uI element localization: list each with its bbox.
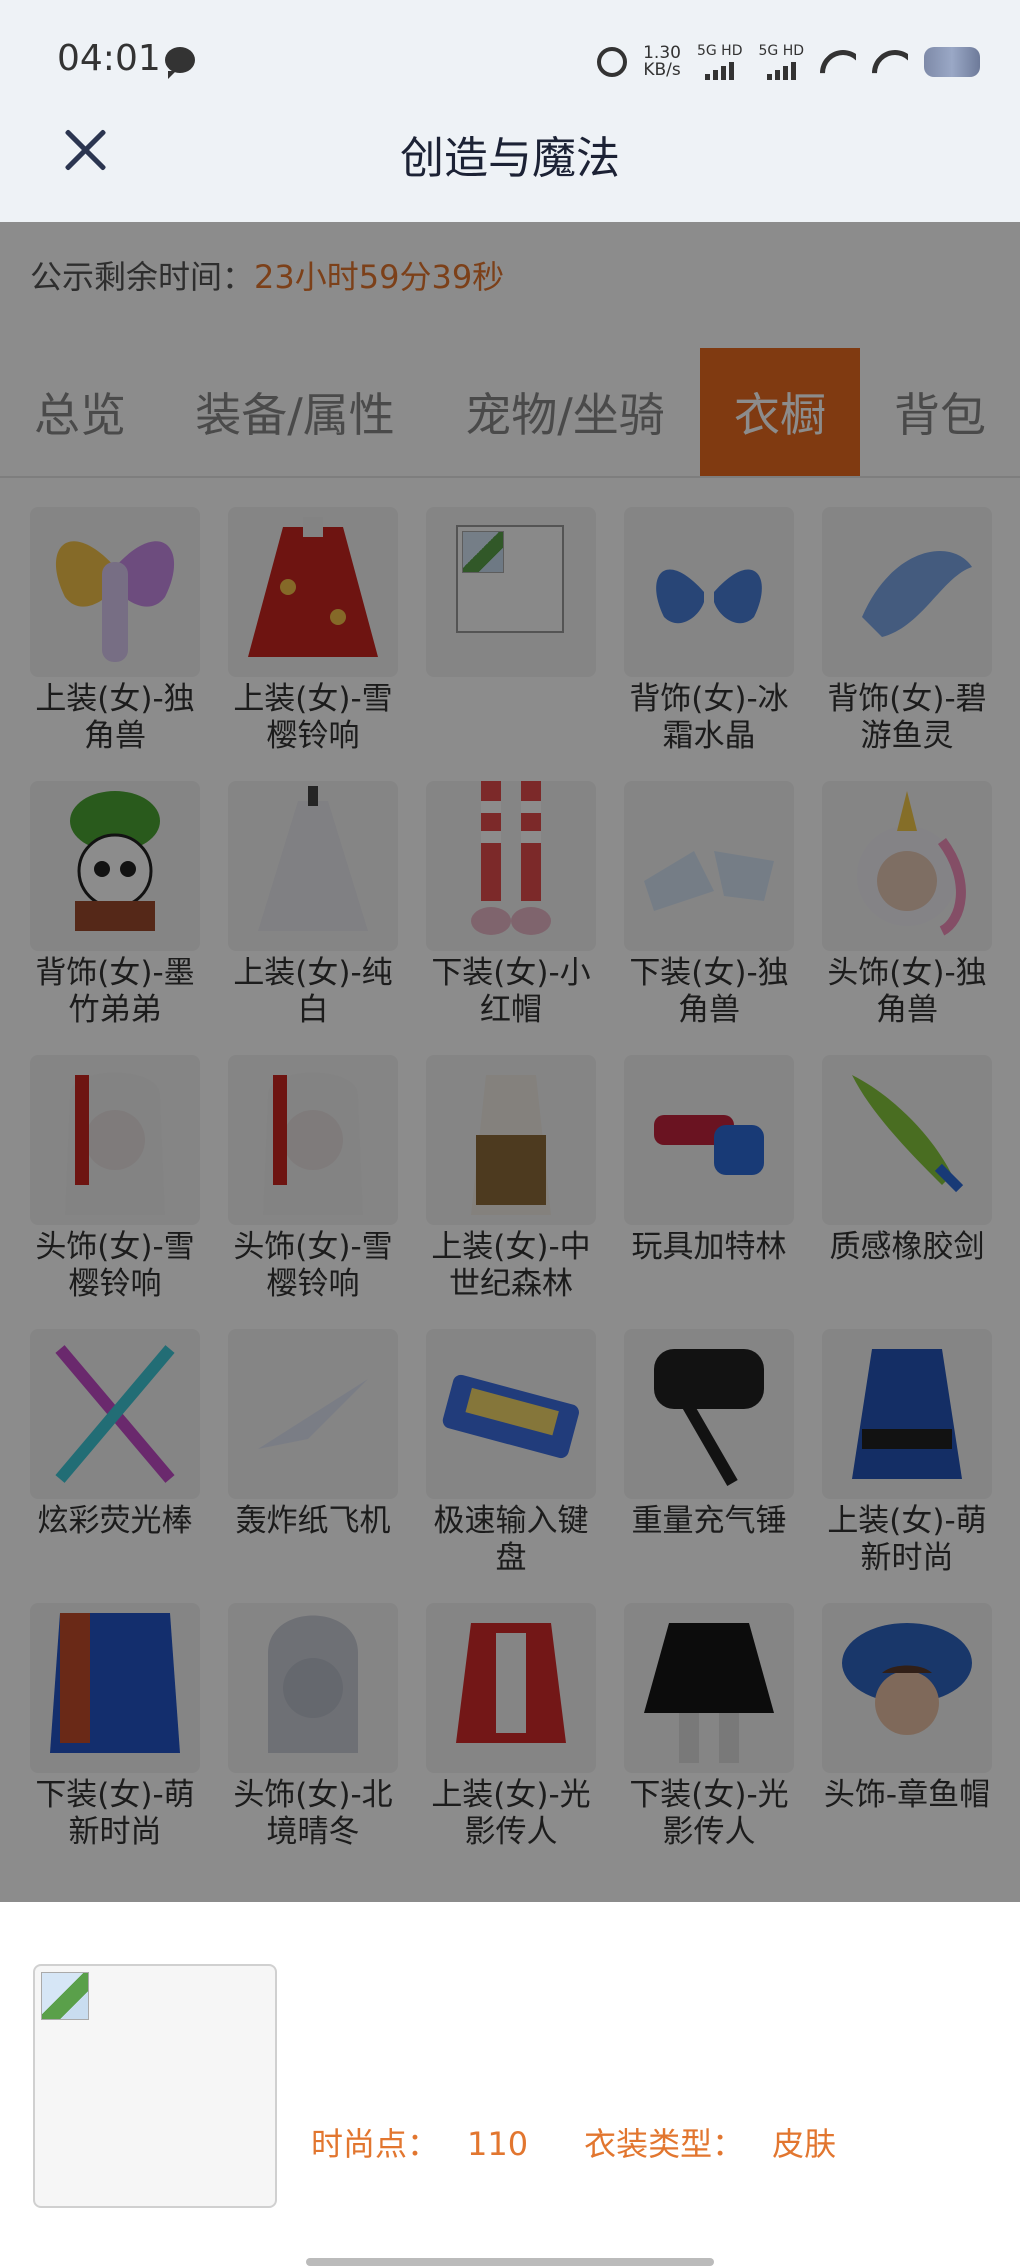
page-title: 创造与魔法 [400,133,620,184]
status-icons: 1.30 KB/s 5G HD 5G HD [597,40,980,84]
battery-icon [924,47,980,77]
fashion-points-value: 110 [467,2125,529,2163]
status-bar: 04:01 1.30 KB/s 5G HD 5G HD [0,0,1020,122]
network-rate-unit: KB/s [643,60,681,80]
wifi-plus-icon [820,48,856,76]
signal-bars-icon [705,62,735,80]
item-detail-info: 时尚点： 110 衣装类型： 皮肤 [311,2119,892,2165]
sim1-label: 5G HD [696,43,743,59]
sim2-label: 5G HD [758,43,804,59]
alarm-icon [597,47,628,77]
fashion-points-label: 时尚点： [311,2125,440,2163]
outfit-type: 衣装类型： 皮肤 [584,2125,864,2163]
home-indicator[interactable] [306,2258,714,2266]
signal-bars-icon [766,62,796,80]
app-header: 创造与魔法 [0,110,1020,222]
modal-backdrop[interactable] [0,222,1020,1902]
fashion-points: 时尚点： 110 [311,2125,556,2163]
outfit-type-label: 衣装类型： [584,2125,745,2163]
item-detail-sheet: 时尚点： 110 衣装类型： 皮肤 [0,1903,1020,2267]
signal-sim2: 5G HD [758,44,804,80]
status-time: 04:01 [57,38,161,79]
wifi-icon [872,48,908,76]
chat-bubble-icon [165,47,195,79]
outfit-type-value: 皮肤 [772,2125,837,2163]
item-detail-image [33,1964,277,2208]
signal-sim1: 5G HD [696,43,743,80]
network-rate: 1.30 KB/s [643,45,681,79]
top-bar: 04:01 1.30 KB/s 5G HD 5G HD 创造与魔法 [0,0,1020,222]
broken-image-icon [41,1972,89,2020]
